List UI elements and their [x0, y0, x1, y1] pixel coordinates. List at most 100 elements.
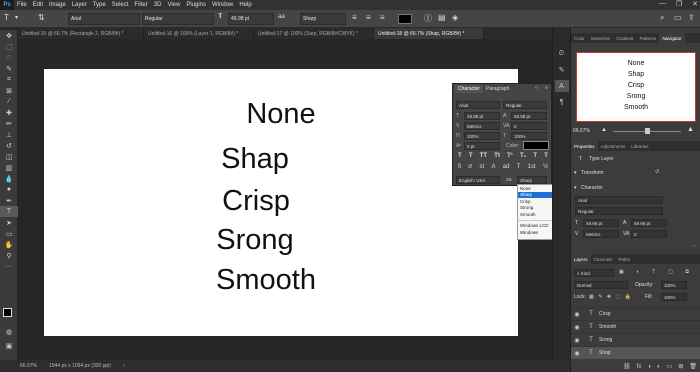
ligature-icon[interactable]: fi	[458, 164, 461, 172]
tab-untitled-17[interactable]: Untitled-17 @ 100% (Sarp, RGB/8#/CMYK) *	[254, 28, 374, 39]
adjustment-icon[interactable]: ◐	[657, 364, 661, 370]
text-color-swatch[interactable]	[398, 14, 412, 24]
eye-icon[interactable]: ◉	[571, 311, 583, 318]
filter-adjustment-icon[interactable]: ◐	[636, 269, 639, 277]
type-tool-icon[interactable]: T	[0, 206, 18, 217]
hand-tool-icon[interactable]: ✋	[0, 239, 18, 250]
menu-window[interactable]: Window	[209, 2, 236, 8]
eye-icon[interactable]: ◉	[571, 350, 583, 357]
layer-row[interactable]: ◉ T Srong	[571, 333, 700, 346]
quick-mask-icon[interactable]: ◍	[0, 326, 18, 337]
layer-row-selected[interactable]: ◉ T Shap	[571, 346, 700, 359]
close-icon[interactable]: ✕	[692, 0, 698, 8]
paragraph-icon[interactable]: ¶	[555, 96, 569, 108]
faux-italic-icon[interactable]: T	[469, 153, 473, 161]
navigator-zoom[interactable]: 66.67%	[573, 128, 590, 134]
blend-mode-select[interactable]: Normal	[574, 281, 628, 289]
fx-icon[interactable]: fx	[637, 364, 642, 370]
font-style-select[interactable]: Regular	[142, 13, 214, 25]
layer-row[interactable]: ◉ T Crisp	[571, 307, 700, 320]
superscript-icon[interactable]: T¹	[507, 153, 513, 161]
zoom-level[interactable]: 66.67%	[20, 363, 37, 369]
tab-untitled-15[interactable]: Untitled-15 @ 66.7% (Rectangle 2, RGB/8#…	[18, 28, 144, 39]
filter-shape-icon[interactable]: ▢	[668, 269, 673, 277]
blur-tool-icon[interactable]: 💧	[0, 173, 18, 184]
chevron-right-icon[interactable]: ›	[123, 363, 125, 369]
menu-type[interactable]: Type	[90, 2, 109, 8]
frame-tool-icon[interactable]: ⊠	[0, 85, 18, 96]
layer-filter-select[interactable]: ⌕ Kind	[574, 269, 614, 277]
tab-untitled-16[interactable]: Untitled-16 @ 100% (Layer 1, RGB/8#) *	[144, 28, 254, 39]
lasso-tool-icon[interactable]: ◌	[0, 52, 18, 63]
anti-alias-select[interactable]: Sharp	[300, 13, 346, 25]
tab-libraries[interactable]: Libraries	[628, 141, 651, 151]
chevron-down-icon[interactable]: ▾	[15, 14, 18, 21]
collapse-icon[interactable]: ‹‹	[535, 85, 538, 91]
more-options-icon[interactable]: ⋯	[691, 243, 696, 249]
strikethrough-icon[interactable]: T	[544, 153, 548, 161]
layer-row[interactable]: ◉ T Smooth	[571, 320, 700, 333]
alternates-icon[interactable]: A	[491, 164, 495, 172]
eyedropper-tool-icon[interactable]: ⁄	[0, 96, 18, 107]
language-select[interactable]: English: USA	[456, 176, 500, 184]
align-center-icon[interactable]: ≡	[366, 13, 371, 22]
canvas[interactable]: None Shap Crisp Srong Smooth	[44, 69, 518, 336]
mask-icon[interactable]: ◑	[647, 364, 651, 370]
align-right-icon[interactable]: ≡	[380, 13, 385, 22]
zoom-slider-thumb[interactable]	[645, 128, 650, 134]
panel-menu-icon[interactable]: ≡	[545, 85, 548, 91]
more-tools-icon[interactable]: ···	[0, 261, 18, 272]
ordinals-icon[interactable]: T	[517, 164, 521, 172]
link-icon[interactable]: ⛓	[623, 363, 631, 370]
quick-select-tool-icon[interactable]: ✎	[0, 63, 18, 74]
crop-tool-icon[interactable]: ⌗	[0, 74, 18, 85]
character-icon[interactable]: A	[554, 80, 569, 92]
panel-font-size-field[interactable]: 49.98 pt	[464, 112, 500, 120]
path-selection-tool-icon[interactable]: ➤	[0, 217, 18, 228]
swash-icon[interactable]: st	[480, 164, 485, 172]
eraser-tool-icon[interactable]: ◫	[0, 151, 18, 162]
share-icon[interactable]: ⇪	[688, 13, 695, 22]
menu-edit[interactable]: Edit	[30, 2, 46, 8]
titling-icon[interactable]: ad	[503, 164, 510, 172]
prop-font-family-select[interactable]: Arial	[575, 196, 663, 204]
menu-image[interactable]: Image	[46, 2, 69, 8]
type-tool-icon[interactable]: T	[4, 13, 9, 22]
filter-type-icon[interactable]: T	[652, 269, 655, 277]
fraction-icon[interactable]: ½	[543, 164, 548, 172]
tab-paths[interactable]: Paths	[616, 254, 634, 264]
3d-icon[interactable]: ◈	[452, 13, 458, 22]
healing-brush-tool-icon[interactable]: ✚	[0, 107, 18, 118]
tab-navigator[interactable]: Navigator	[659, 33, 685, 43]
tab-color[interactable]: Color	[571, 33, 588, 43]
zoom-tool-icon[interactable]: ⚲	[0, 250, 18, 261]
navigator-thumbnail[interactable]: None Shap Crisp Srong Smooth	[576, 52, 696, 122]
pen-tool-icon[interactable]: ✒	[0, 195, 18, 206]
prop-tracking-field[interactable]: 0	[631, 230, 667, 238]
move-tool-icon[interactable]: ✥	[0, 30, 18, 41]
prop-leading-field[interactable]: 59.98 pt	[631, 219, 667, 227]
underline-icon[interactable]: T	[533, 153, 537, 161]
workspace-icon[interactable]: ▭	[674, 13, 682, 22]
new-layer-icon[interactable]: ⊞	[678, 363, 683, 370]
tab-properties[interactable]: Properties	[571, 141, 598, 151]
prop-kerning-select[interactable]: Metrics	[583, 230, 619, 238]
transform-heading[interactable]: Transform	[581, 170, 604, 176]
photoshop-logo[interactable]: Ps	[0, 0, 14, 10]
chevron-down-icon[interactable]: ▾	[574, 185, 577, 191]
font-family-select[interactable]: Arial	[68, 13, 140, 25]
reset-transform-icon[interactable]: ↺	[655, 169, 659, 175]
small-caps-icon[interactable]: Tt	[494, 153, 500, 161]
filter-pixel-icon[interactable]: ▣	[619, 269, 624, 277]
panel-color-swatch[interactable]	[523, 141, 549, 150]
panel-kerning-select[interactable]: Metrics	[464, 122, 500, 130]
trash-icon[interactable]: 🗑	[689, 363, 697, 370]
fractions-icon[interactable]: 1st	[528, 164, 536, 172]
tab-character[interactable]: Character	[455, 85, 483, 93]
tab-swatches[interactable]: Swatches	[588, 33, 614, 43]
tab-untitled-18[interactable]: Untitled-18 @ 66.7% (Shap, RGB/8#) *	[374, 28, 484, 39]
gradient-tool-icon[interactable]: ▥	[0, 162, 18, 173]
marquee-tool-icon[interactable]: ⬚	[0, 41, 18, 52]
faux-bold-icon[interactable]: T	[458, 153, 462, 161]
menu-select[interactable]: Select	[109, 2, 132, 8]
